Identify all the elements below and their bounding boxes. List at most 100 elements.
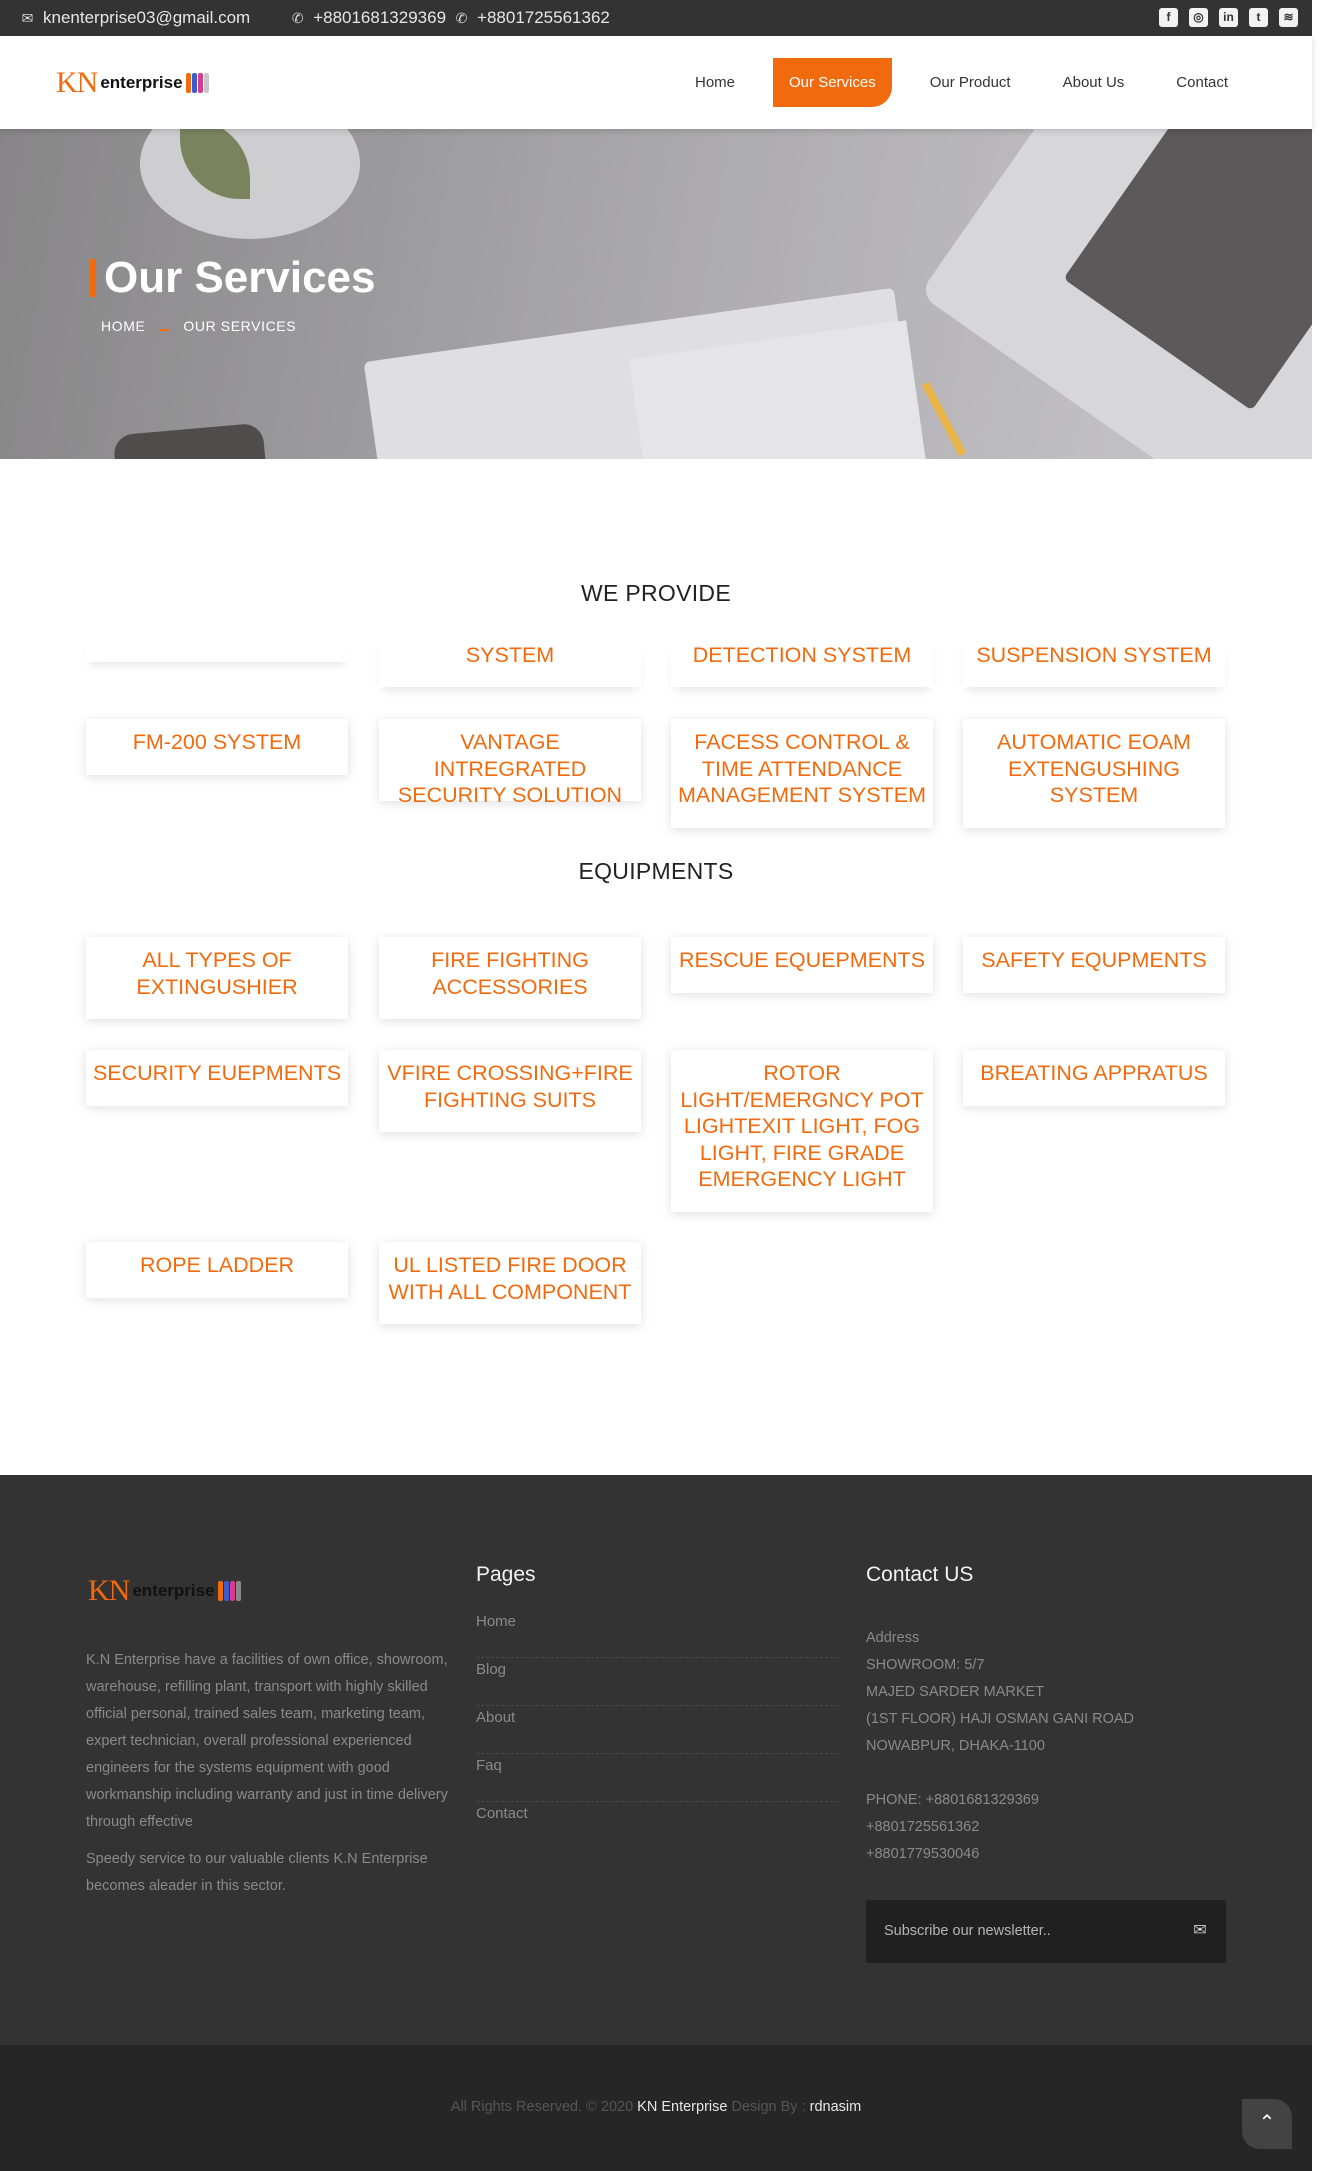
equipment-card[interactable]: ROTOR LIGHT/EMERGNCY POT LIGHTEXIT LIGHT… (671, 1050, 933, 1212)
footer-contact-title: Contact US (866, 1563, 974, 1586)
nav-our-services[interactable]: Our Services (773, 58, 892, 107)
equipment-card-label: ALL TYPES OF EXTINGUSHIER (136, 948, 298, 999)
top-contact: ✉ knenterprise03@gmail.com ✆ +8801681329… (20, 8, 610, 28)
copyright-text: All Rights Reserved. © 2020 KN Enterpris… (450, 2099, 862, 2115)
address-line: SHOWROOM: 5/7 (866, 1657, 985, 1673)
equipment-card-label: RESCUE EQUEPMENTS (678, 948, 926, 972)
equipment-card-label: BREATING APPRATUS (980, 1061, 1208, 1085)
top-email[interactable]: knenterprise03@gmail.com (43, 8, 250, 28)
nav-our-product[interactable]: Our Product (916, 59, 1025, 106)
footer-link-faq[interactable]: Faq (476, 1754, 838, 1802)
social-links: f ◎ in t ≋ (1159, 8, 1298, 27)
footer-logo[interactable]: KN enterprise (88, 1574, 244, 1608)
top-phone-1[interactable]: +8801681329369 (313, 8, 446, 28)
phone-icon: ✆ (291, 9, 304, 26)
copyright-brand[interactable]: KN Enterprise (637, 2099, 727, 2115)
service-card[interactable]: FM-200 SYSTEM (86, 719, 348, 775)
equipment-card[interactable]: VFIRE CROSSING+FIRE FIGHTING SUITS (379, 1050, 641, 1132)
address-label: Address (866, 1630, 920, 1646)
footer-logo-text: enterprise (132, 1581, 215, 1600)
envelope-icon[interactable]: ✉ (1190, 1921, 1210, 1941)
footer-about-text-2: Speedy service to our valuable clients K… (86, 1851, 428, 1894)
top-bar: ✉ knenterprise03@gmail.com ✆ +8801681329… (0, 0, 1312, 36)
linkedin-icon[interactable]: in (1219, 8, 1238, 27)
rss-icon[interactable]: ≋ (1279, 8, 1298, 27)
service-card-label: SUSPENSION SYSTEM (976, 643, 1212, 667)
breadcrumb-current: OUR SERVICES (183, 318, 297, 334)
service-card-label: FACESS CONTROL & TIME ATTENDANCE MANAGEM… (677, 730, 927, 807)
newsletter-input[interactable] (884, 1920, 1174, 1942)
equipment-card[interactable]: FIRE FIGHTING ACCESSORIES (379, 937, 641, 1019)
page-title: Our Services (104, 253, 376, 302)
section-title-provide: WE PROVIDE (581, 580, 731, 606)
back-to-top-button[interactable]: ⌃ (1242, 2099, 1292, 2149)
service-card[interactable]: SYSTEM (379, 640, 641, 687)
twitter-icon[interactable]: t (1249, 8, 1268, 27)
service-card[interactable]: FACESS CONTROL & TIME ATTENDANCE MANAGEM… (671, 719, 933, 828)
service-card[interactable]: SUSPENSION SYSTEM (963, 640, 1225, 687)
address-line: (1ST FLOOR) HAJI OSMAN GANI ROAD (866, 1711, 1135, 1727)
service-card[interactable]: VANTAGE INTREGRATED SECURITY SOLUTION (379, 719, 641, 807)
envelope-icon: ✉ (21, 9, 34, 26)
footer-pages-list: Home Blog About Faq Contact (476, 1610, 838, 1850)
equipment-card[interactable]: ROPE LADDER (86, 1242, 348, 1298)
service-card[interactable]: DETECTION SYSTEM (671, 640, 933, 687)
nav-home[interactable]: Home (681, 59, 749, 106)
service-card-label: AUTOMATIC EOAM EXTENGUSHING SYSTEM (997, 730, 1191, 807)
footer-link-contact[interactable]: Contact (476, 1802, 838, 1850)
equipment-card-label: UL LISTED FIRE DOOR WITH ALL COMPONENT (388, 1253, 632, 1304)
service-card-label: SYSTEM (465, 643, 555, 667)
equipment-card[interactable]: SECURITY EUEPMENTS (86, 1050, 348, 1106)
service-card-label: DETECTION SYSTEM (692, 643, 912, 667)
phone-line: +8801779530046 (866, 1846, 980, 1862)
equipment-card[interactable]: ALL TYPES OF EXTINGUSHIER (86, 937, 348, 1019)
logo-mark-icon (217, 1581, 244, 1601)
equipment-card-label: ROPE LADDER (139, 1253, 295, 1277)
instagram-icon[interactable]: ◎ (1189, 8, 1208, 27)
phone-line: +8801725561362 (866, 1819, 980, 1835)
footer-pages-title: Pages (476, 1563, 536, 1586)
footer-about-text: K.N Enterprise have a facilities of own … (86, 1652, 448, 1830)
copyright-author[interactable]: rdnasim (810, 2099, 862, 2115)
equipment-card-label: SECURITY EUEPMENTS (92, 1061, 342, 1085)
hero-title: Our Services (90, 253, 376, 303)
footer-link-about[interactable]: About (476, 1706, 838, 1754)
equipment-card[interactable]: SAFETY EQUPMENTS (963, 937, 1225, 993)
breadcrumb: HOME OUR SERVICES (101, 318, 296, 334)
footer-logo-kn: KN (88, 1574, 130, 1607)
equipment-card[interactable]: BREATING APPRATUS (963, 1050, 1225, 1106)
breadcrumb-home[interactable]: HOME (101, 318, 145, 334)
top-phone-2[interactable]: +8801725561362 (477, 8, 610, 28)
facebook-icon[interactable]: f (1159, 8, 1178, 27)
service-card[interactable] (86, 640, 348, 662)
equipment-card[interactable]: UL LISTED FIRE DOOR WITH ALL COMPONENT (379, 1242, 641, 1324)
footer-about: K.N Enterprise have a facilities of own … (86, 1647, 451, 1900)
footer-contact-info: Address SHOWROOM: 5/7 MAJED SARDER MARKE… (866, 1625, 1134, 1868)
service-card-label: VANTAGE INTREGRATED SECURITY SOLUTION (397, 730, 623, 807)
site-header: KN enterprise Home Our Services Our Prod… (0, 36, 1312, 129)
footer-link-blog[interactable]: Blog (476, 1658, 838, 1706)
logo-kn: KN (56, 66, 98, 99)
address-line: MAJED SARDER MARKET (866, 1684, 1045, 1700)
section-title-equipments: EQUIPMENTS (578, 858, 734, 884)
equipment-card-label: FIRE FIGHTING ACCESSORIES (431, 948, 589, 999)
phone-line: PHONE: +8801681329369 (866, 1792, 1039, 1808)
nav-about-us[interactable]: About Us (1049, 59, 1139, 106)
nav-contact[interactable]: Contact (1162, 59, 1242, 106)
site-footer: KN enterprise K.N Enterprise have a faci… (0, 1475, 1312, 2045)
logo-text: enterprise (100, 73, 183, 92)
address-line: NOWABPUR, DHAKA-1100 (866, 1738, 1045, 1754)
site-logo[interactable]: KN enterprise (56, 66, 212, 100)
equipment-card-label: SAFETY EQUPMENTS (981, 948, 1207, 972)
phone-icon: ✆ (455, 9, 468, 26)
service-card-label: FM-200 SYSTEM (132, 730, 302, 754)
equipment-card-label: VFIRE CROSSING+FIRE FIGHTING SUITS (387, 1061, 633, 1112)
copyright-bar: All Rights Reserved. © 2020 KN Enterpris… (0, 2045, 1312, 2171)
equipment-card-label: ROTOR LIGHT/EMERGNCY POT LIGHTEXIT LIGHT… (680, 1061, 924, 1191)
footer-link-home[interactable]: Home (476, 1610, 838, 1658)
logo-mark-icon (185, 73, 212, 93)
page-hero: Our Services HOME OUR SERVICES (0, 129, 1312, 459)
equipment-card[interactable]: RESCUE EQUEPMENTS (671, 937, 933, 993)
newsletter-form: ✉ (866, 1900, 1226, 1963)
service-card[interactable]: AUTOMATIC EOAM EXTENGUSHING SYSTEM (963, 719, 1225, 828)
